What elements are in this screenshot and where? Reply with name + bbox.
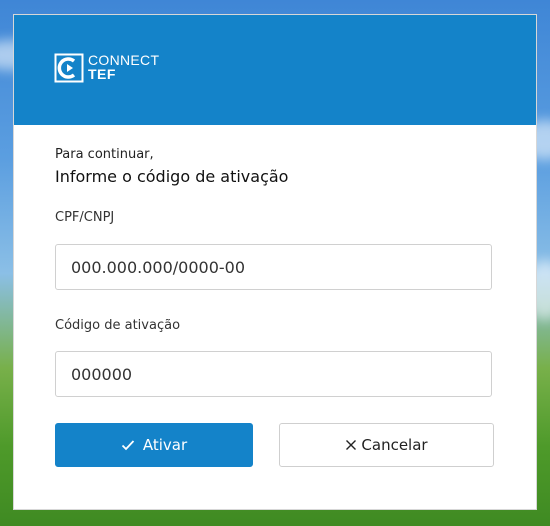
dialog-header: CONNECT TEF (14, 15, 536, 125)
logo-line-1: CONNECT (88, 52, 160, 68)
cpf-cnpj-input[interactable] (56, 245, 491, 289)
logo-text: CONNECT TEF (88, 53, 159, 81)
activation-code-label: Código de ativação (55, 318, 181, 333)
intro-text: Para continuar, (55, 147, 154, 162)
cancel-button-label: Cancelar (361, 436, 428, 454)
cpf-cnpj-label: CPF/CNPJ (55, 210, 115, 225)
activate-button[interactable]: Ativar (55, 423, 253, 467)
activation-code-input[interactable] (56, 352, 491, 396)
activation-code-field-box (55, 351, 492, 397)
activate-button-label: Ativar (142, 436, 188, 454)
cpf-cnpj-field-box (55, 244, 492, 290)
activation-dialog: CONNECT TEF Para continuar, Informe o có… (13, 14, 537, 510)
check-icon (121, 439, 135, 451)
close-icon (345, 439, 357, 451)
logo-line-2: TEF (88, 66, 116, 82)
form-heading: Informe o código de ativação (55, 167, 289, 186)
cancel-button[interactable]: Cancelar (279, 423, 494, 467)
connect-tef-logo-icon (54, 53, 84, 83)
